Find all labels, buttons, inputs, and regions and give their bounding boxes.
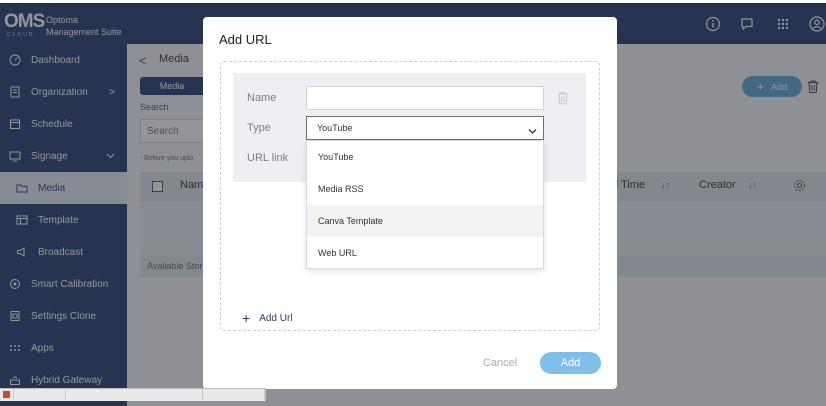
taskbar-slot[interactable] [202,389,265,400]
taskbar-slot[interactable] [65,389,203,400]
trash-icon[interactable] [557,91,569,105]
add-url-link[interactable]: + Add Url [242,310,293,326]
option-canva-template[interactable]: Canva Template [307,205,543,237]
plus-icon: + [242,310,251,326]
type-dropdown-menu: YouTube Media RSS Canva Template Web URL [306,140,544,269]
option-youtube[interactable]: YouTube [307,141,543,173]
name-label: Name [247,92,277,104]
cancel-button[interactable]: Cancel [472,352,528,374]
taskbar [0,388,266,401]
name-field[interactable] [306,86,544,110]
taskbar-slot[interactable] [13,389,66,400]
taskbar-app[interactable] [0,389,14,400]
app-icon [3,391,10,398]
type-label: Type [247,122,271,134]
url-link-label: URL link [247,152,289,164]
option-media-rss[interactable]: Media RSS [307,173,543,205]
type-selected-value: YouTube [317,123,353,133]
type-select[interactable]: YouTube [306,116,544,140]
chevron-down-icon[interactable] [528,123,537,134]
add-button[interactable]: Add [540,352,601,374]
dialog-title: Add URL [219,32,272,47]
option-web-url[interactable]: Web URL [307,237,543,269]
add-url-label: Add Url [259,312,293,324]
